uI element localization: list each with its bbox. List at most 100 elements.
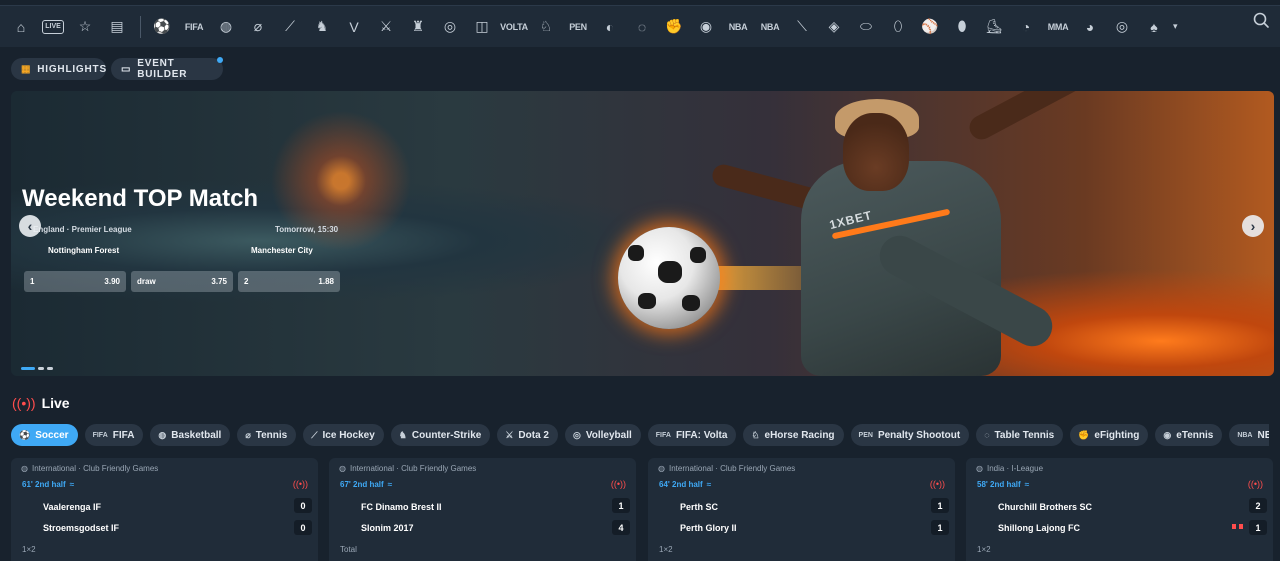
- efighting-icon[interactable]: ✊: [663, 16, 685, 38]
- volleyball-icon[interactable]: ◎: [439, 16, 461, 38]
- nba2k-icon[interactable]: NBA: [727, 16, 749, 38]
- odd-draw-button[interactable]: draw 3.75: [131, 271, 233, 292]
- table-tennis-icon[interactable]: ◐: [599, 16, 621, 38]
- odd-home-button[interactable]: 1 3.90: [24, 271, 126, 292]
- chip-label: Tennis: [255, 429, 288, 441]
- volleyball-icon: ◎: [572, 429, 581, 440]
- chip-ehorse-racing[interactable]: ♘ eHorse Racing: [743, 424, 844, 446]
- banner-dot[interactable]: [38, 367, 44, 370]
- nba2k-alt-icon[interactable]: NBA: [759, 16, 781, 38]
- away-team-score: 1: [1249, 520, 1267, 535]
- ice-hockey-icon: ⟋: [311, 429, 318, 440]
- darts-icon[interactable]: ◈: [823, 16, 845, 38]
- table-tennis-icon: ◌: [984, 430, 990, 440]
- globe-icon: ◍: [339, 464, 346, 473]
- ice-hockey-icon[interactable]: ⟋: [279, 16, 301, 38]
- odd-label: draw: [137, 277, 156, 286]
- match-time: 64' 2nd half ≈: [659, 480, 711, 489]
- chip-volleyball[interactable]: ◎ Volleyball: [564, 424, 641, 446]
- dota-icon[interactable]: ⚔: [375, 16, 397, 38]
- chip-label: eFighting: [1094, 429, 1140, 441]
- counter-strike-icon[interactable]: ♞: [311, 16, 333, 38]
- chip-fifa[interactable]: FIFA FIFA: [84, 424, 144, 446]
- cricket-icon[interactable]: ⟍: [791, 16, 813, 38]
- chip-efighting[interactable]: ✊ eFighting: [1070, 424, 1149, 446]
- nba-2k-icon: NBA: [1237, 431, 1253, 439]
- market-label: 1×2: [659, 545, 673, 554]
- match-time-label: 67' 2nd half: [340, 480, 384, 489]
- chip-tennis[interactable]: ⌀ Tennis: [237, 424, 297, 446]
- chip-label: NBA 2K: [1257, 429, 1269, 441]
- ehockey-icon[interactable]: ⛸: [983, 16, 1005, 38]
- chip-counter-strike[interactable]: ♞ Counter-Strike: [390, 424, 491, 446]
- coupon-icon[interactable]: ▤: [106, 16, 128, 38]
- chip-label: Basketball: [171, 429, 222, 441]
- match-league: ◍ International · Club Friendly Games: [21, 464, 158, 473]
- live-section-header: ((•)) Live: [12, 395, 70, 411]
- chess-icon[interactable]: ♜: [407, 16, 429, 38]
- banner-next-button[interactable]: ›: [1242, 215, 1264, 237]
- badminton-icon[interactable]: ♠: [1143, 16, 1165, 38]
- live-match-card[interactable]: ◍ International · Club Friendly Games 64'…: [648, 458, 955, 561]
- player-arm-right: [965, 91, 1127, 144]
- chip-fifa-volta[interactable]: FIFA FIFA: Volta: [647, 424, 737, 446]
- horse-racing-icon[interactable]: ♘: [535, 16, 557, 38]
- away-team-score: 0: [294, 520, 312, 535]
- home-team-name: FC Dinamo Brest II: [361, 502, 442, 512]
- event-builder-label: EVENT BUILDER: [137, 58, 188, 80]
- more-sports-chevron-icon[interactable]: ▾: [1173, 21, 1178, 32]
- aussie-rules-icon[interactable]: ⬮: [951, 16, 973, 38]
- event-builder-button[interactable]: ▭ EVENT BUILDER: [111, 57, 223, 80]
- live-stream-icon[interactable]: ((•)): [611, 479, 626, 489]
- squash-icon[interactable]: ◕: [1079, 16, 1101, 38]
- ebaseball-icon[interactable]: ⚾: [919, 16, 941, 38]
- match-league: ◍ India · I-League: [976, 464, 1043, 473]
- banner-dot[interactable]: [47, 367, 53, 370]
- live-match-card[interactable]: ◍ India · I-League 58' 2nd half ≈ ((•)) Ch…: [966, 458, 1273, 561]
- etennis-icon[interactable]: ◉: [695, 16, 717, 38]
- valorant-icon[interactable]: V: [343, 16, 365, 38]
- basketball-icon[interactable]: ◍: [215, 16, 237, 38]
- live-stream-icon[interactable]: ((•)): [293, 479, 308, 489]
- star-icon[interactable]: ☆: [74, 16, 96, 38]
- live-icon[interactable]: LIVE: [42, 19, 64, 34]
- banner-league: England · Premier League: [33, 225, 132, 234]
- chip-nba-2k[interactable]: NBA NBA 2K: [1229, 424, 1269, 446]
- soccer-icon[interactable]: ⚽: [151, 16, 173, 38]
- rugby-icon[interactable]: ⬭: [855, 16, 877, 38]
- efootball-icon[interactable]: ◫: [471, 16, 493, 38]
- odd-value: 1.88: [318, 277, 334, 286]
- ehorse-racing-icon: ♘: [751, 429, 760, 440]
- chip-table-tennis[interactable]: ◌ Table Tennis: [976, 424, 1064, 446]
- chip-soccer[interactable]: ⚽ Soccer: [11, 424, 78, 446]
- fifa-icon[interactable]: FIFA: [183, 16, 205, 38]
- odd-away-button[interactable]: 2 1.88: [238, 271, 340, 292]
- target-icon[interactable]: ◎: [1111, 16, 1133, 38]
- home-icon[interactable]: ⌂: [10, 16, 32, 38]
- chip-ice-hockey[interactable]: ⟋ Ice Hockey: [303, 424, 384, 446]
- esoccer-icon[interactable]: ◔: [1015, 16, 1037, 38]
- highlights-button[interactable]: ▦ HIGHLIGHTS: [11, 58, 106, 80]
- calendar-icon: ▭: [121, 63, 132, 75]
- chip-etennis[interactable]: ◉ eTennis: [1155, 424, 1223, 446]
- chip-label: Dota 2: [518, 429, 549, 441]
- tennis-icon[interactable]: ⌀: [247, 16, 269, 38]
- live-match-card[interactable]: ◍ International · Club Friendly Games 61'…: [11, 458, 318, 561]
- away-team-score: 4: [612, 520, 630, 535]
- mma-icon[interactable]: MMA: [1047, 16, 1069, 38]
- live-match-card[interactable]: ◍ International · Club Friendly Games 67'…: [329, 458, 636, 561]
- search-icon[interactable]: [1252, 11, 1270, 29]
- banner-prev-button[interactable]: ‹: [19, 215, 41, 237]
- chip-basketball[interactable]: ◍ Basketball: [150, 424, 231, 446]
- market-label: 1×2: [977, 545, 991, 554]
- american-football-icon[interactable]: ⬯: [887, 16, 909, 38]
- fifa-volta-icon[interactable]: VOLTA: [500, 16, 528, 38]
- speech-icon[interactable]: ◌: [631, 16, 653, 38]
- live-stream-icon[interactable]: ((•)): [930, 479, 945, 489]
- promo-banner[interactable]: 1XBET Weekend TOP Match England · Premie…: [11, 91, 1274, 376]
- chip-dota-2[interactable]: ⚔ Dota 2: [497, 424, 558, 446]
- chip-penalty-shootout[interactable]: PEN Penalty Shootout: [850, 424, 970, 446]
- penalty-icon[interactable]: PEN: [567, 16, 589, 38]
- live-stream-icon[interactable]: ((•)): [1248, 479, 1263, 489]
- banner-dot[interactable]: [21, 367, 35, 370]
